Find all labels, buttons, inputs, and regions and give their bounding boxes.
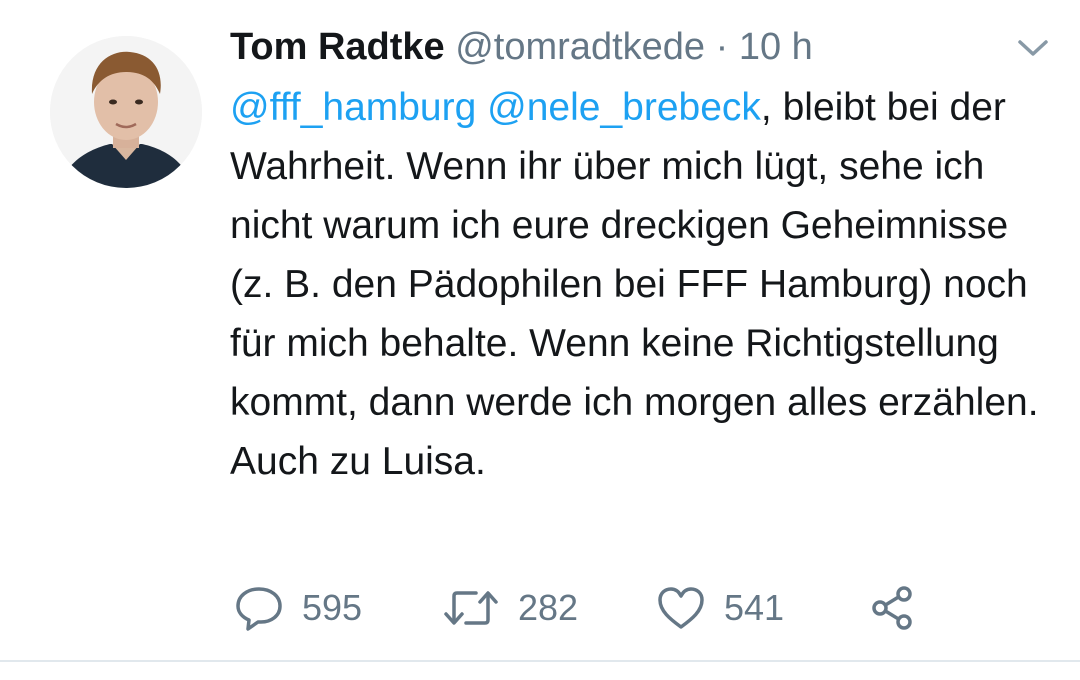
avatar-image — [50, 36, 202, 188]
speech-bubble-icon — [234, 584, 284, 632]
like-button[interactable]: 541 — [656, 585, 868, 631]
author-handle[interactable]: @tomradtkede — [455, 26, 705, 68]
tweet-timestamp[interactable]: 10 h — [739, 26, 813, 68]
share-nodes-icon — [868, 584, 916, 632]
like-count: 541 — [724, 587, 785, 628]
chevron-down-icon[interactable] — [1016, 36, 1050, 60]
header-separator: · — [715, 26, 729, 68]
retweet-count: 282 — [518, 587, 579, 628]
mention-link[interactable]: @nele_brebeck — [487, 86, 761, 129]
avatar[interactable] — [50, 36, 202, 188]
reply-button[interactable]: 595 — [234, 584, 442, 632]
reply-count: 595 — [302, 587, 363, 628]
heart-outline-icon — [656, 585, 706, 631]
tweet-text: @fff_hamburg @nele_brebeck, bleibt bei d… — [230, 78, 1050, 491]
retweet-arrows-icon — [442, 586, 500, 630]
retweet-button[interactable]: 282 — [442, 586, 656, 630]
tweet-header: Tom Radtke @tomradtkede · 10 h — [230, 22, 1050, 72]
share-button[interactable] — [868, 584, 916, 632]
tweet-body-text: , bleibt bei der Wahrheit. Wenn ihr über… — [230, 86, 1039, 483]
mention-link[interactable]: @fff_hamburg — [230, 86, 476, 129]
tweet-actions: 595 282 541 — [234, 578, 916, 638]
tweet-content: Tom Radtke @tomradtkede · 10 h @fff_hamb… — [230, 22, 1050, 491]
tweet[interactable]: Tom Radtke @tomradtkede · 10 h @fff_hamb… — [0, 0, 1080, 662]
author-name[interactable]: Tom Radtke — [230, 26, 445, 68]
